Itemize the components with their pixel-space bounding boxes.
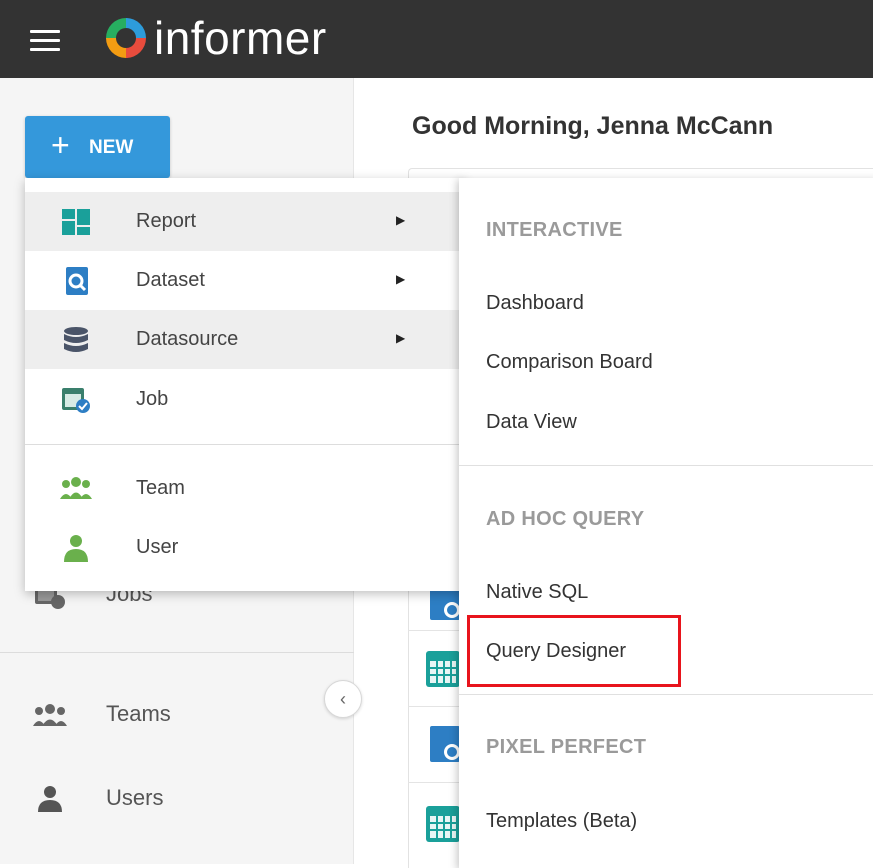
sidebar-divider <box>0 652 354 653</box>
menu-item-report[interactable]: Report ▶ <box>25 192 465 251</box>
chevron-left-icon: ‹ <box>340 688 346 709</box>
calendar-list-icon <box>426 651 460 687</box>
informer-logo[interactable]: informer <box>100 10 327 66</box>
menu-item-datasource[interactable]: Datasource ▶ <box>25 310 465 369</box>
menu-item-job[interactable]: Job <box>25 370 465 429</box>
menu-item-team[interactable]: Team <box>25 459 465 518</box>
menu-item-label: Report <box>136 210 197 232</box>
dataset-icon <box>66 267 88 295</box>
submenu-item-templates-beta[interactable]: Templates (Beta) <box>486 810 637 833</box>
top-bar: informer <box>0 0 873 78</box>
sidebar-item-teams[interactable]: Teams <box>0 684 354 744</box>
submenu-arrow-icon: ▶ <box>396 272 406 286</box>
dataset-list-icon <box>430 726 460 762</box>
user-icon <box>64 535 88 562</box>
section-header-interactive: INTERACTIVE <box>486 219 623 241</box>
menu-divider <box>25 444 465 445</box>
datasource-icon <box>64 327 88 352</box>
menu-item-label: Job <box>136 388 169 410</box>
report-submenu: INTERACTIVE Dashboard Comparison Board D… <box>459 178 873 868</box>
query-designer-highlight <box>467 615 681 687</box>
new-dropdown-menu: Report ▶ Dataset ▶ Datasource ▶ Job Team… <box>25 178 465 591</box>
logo-text: informer <box>154 12 327 64</box>
submenu-item-comparison-board[interactable]: Comparison Board <box>486 351 653 374</box>
section-header-pixel-perfect: PIXEL PERFECT <box>486 736 647 758</box>
collapse-sidebar-button[interactable]: ‹ <box>324 680 362 718</box>
calendar-list-icon <box>426 806 460 842</box>
submenu-item-native-sql[interactable]: Native SQL <box>486 581 588 604</box>
sidebar-item-label: Users <box>106 785 164 810</box>
sidebar-item-label: Teams <box>106 701 171 726</box>
job-icon <box>62 388 90 413</box>
users-icon <box>38 786 62 812</box>
teams-icon <box>33 704 67 726</box>
section-header-ad-hoc-query: AD HOC QUERY <box>486 508 645 530</box>
menu-item-label: Team <box>136 477 185 499</box>
submenu-divider <box>459 465 873 466</box>
team-icon <box>60 477 92 499</box>
report-icon <box>62 209 90 235</box>
new-button[interactable]: + NEW <box>25 116 170 178</box>
plus-icon: + <box>51 127 70 163</box>
submenu-divider <box>459 694 873 695</box>
sidebar-item-users[interactable]: Users <box>0 768 354 828</box>
submenu-item-dashboard[interactable]: Dashboard <box>486 292 584 315</box>
menu-item-label: Dataset <box>136 269 205 291</box>
greeting-title: Good Morning, Jenna McCann <box>412 112 774 140</box>
submenu-item-data-view[interactable]: Data View <box>486 411 577 434</box>
menu-item-dataset[interactable]: Dataset ▶ <box>25 251 465 310</box>
menu-item-user[interactable]: User <box>25 518 465 577</box>
menu-item-label: User <box>136 536 179 558</box>
submenu-arrow-icon: ▶ <box>396 331 406 345</box>
informer-logo-icon <box>106 18 146 58</box>
menu-item-label: Datasource <box>136 328 239 350</box>
submenu-arrow-icon: ▶ <box>396 213 406 227</box>
new-button-label: NEW <box>89 137 134 158</box>
hamburger-menu-icon[interactable] <box>30 30 60 52</box>
